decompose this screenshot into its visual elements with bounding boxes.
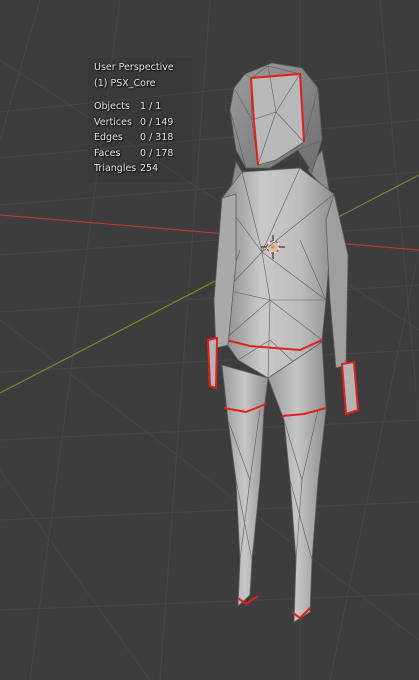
character-mesh[interactable] bbox=[206, 62, 360, 623]
stats-row: Triangles 254 bbox=[88, 161, 192, 177]
stat-value: 254 bbox=[140, 163, 159, 174]
right-arm[interactable] bbox=[325, 192, 349, 369]
viewport-info-overlay: User Perspective (1) PSX_Core Objects 1 … bbox=[88, 58, 192, 182]
right-leg[interactable] bbox=[267, 341, 327, 623]
stat-label: Triangles bbox=[94, 163, 137, 174]
stats-row: Faces 0 / 178 bbox=[88, 146, 192, 162]
stat-value: 1 / 1 bbox=[140, 101, 162, 112]
left-leg[interactable] bbox=[221, 364, 269, 607]
stat-label: Objects bbox=[94, 101, 130, 112]
stat-label: Edges bbox=[94, 132, 123, 143]
stats-row: Edges 0 / 318 bbox=[88, 130, 192, 146]
view-name-label: User Perspective bbox=[94, 62, 174, 73]
stats-row: Vertices 0 / 149 bbox=[88, 115, 192, 131]
active-object-label: (1) PSX_Core bbox=[94, 78, 156, 89]
viewport-scene[interactable] bbox=[0, 0, 419, 680]
3d-viewport[interactable]: User Perspective (1) PSX_Core Objects 1 … bbox=[0, 0, 419, 680]
stats-row: Objects 1 / 1 bbox=[88, 99, 192, 115]
right-hand[interactable] bbox=[340, 360, 360, 416]
x-axis-line bbox=[0, 214, 419, 251]
stat-label: Vertices bbox=[94, 117, 132, 128]
stat-value: 0 / 149 bbox=[140, 117, 174, 128]
stat-value: 0 / 318 bbox=[140, 132, 174, 143]
left-hand[interactable] bbox=[206, 336, 219, 390]
stat-value: 0 / 178 bbox=[140, 148, 174, 159]
stat-label: Faces bbox=[94, 148, 121, 159]
